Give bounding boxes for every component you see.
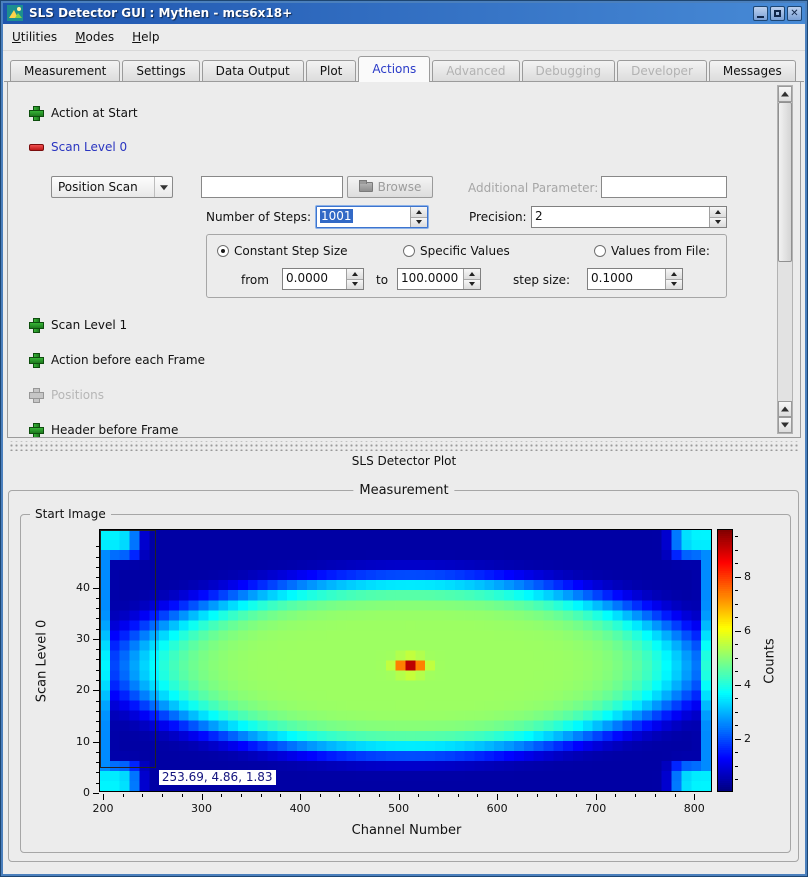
menu-item-utilities[interactable]: Utilities <box>3 24 66 50</box>
additional-parameter-field[interactable] <box>601 176 727 198</box>
number-of-steps-value[interactable]: 1001 <box>320 209 353 223</box>
radio-values-from-file[interactable] <box>594 245 606 257</box>
precision-value[interactable]: 2 <box>535 209 543 223</box>
x-axis-title: Channel Number <box>100 823 713 838</box>
tab-debugging: Debugging <box>522 60 616 81</box>
title-bar[interactable]: SLS Detector GUI : Mythen - mcs6x18+ ✕ <box>3 3 805 24</box>
spin-down-button[interactable] <box>347 280 363 290</box>
scan-level-1-label[interactable]: Scan Level 1 <box>51 318 127 332</box>
spin-up-button[interactable] <box>411 207 427 218</box>
number-of-steps-spinbox[interactable]: 1001 <box>316 206 428 228</box>
spin-down-button[interactable] <box>710 218 726 228</box>
app-icon <box>7 5 23 21</box>
cursor-readout: 253.69, 4.86, 1.83 <box>159 770 276 785</box>
scan-script-field[interactable] <box>201 176 343 198</box>
maximize-icon <box>774 10 781 17</box>
actions-tab-panel: Action at Start Scan Level 0 Position Sc… <box>7 82 801 438</box>
spin-down-button[interactable] <box>464 280 480 290</box>
action-before-frame-label[interactable]: Action before each Frame <box>51 353 205 367</box>
to-spinbox[interactable]: 100.0000 <box>397 268 481 290</box>
radio-specific-label[interactable]: Specific Values <box>420 244 510 258</box>
tab-data-output[interactable]: Data Output <box>202 60 304 81</box>
tab-messages[interactable]: Messages <box>709 60 796 81</box>
action-at-start-label[interactable]: Action at Start <box>51 106 138 120</box>
browse-button: Browse <box>347 176 433 198</box>
spin-up-button[interactable] <box>464 269 480 280</box>
step-size-value[interactable]: 0.1000 <box>591 271 633 285</box>
actions-scrollbar[interactable] <box>777 85 793 434</box>
y-axis-title: Scan Level 0 <box>35 620 50 702</box>
scroll-thumb[interactable] <box>778 102 792 262</box>
positions-label: Positions <box>51 388 104 402</box>
window-title: SLS Detector GUI : Mythen - mcs6x18+ <box>29 3 292 24</box>
step-size-label: step size: <box>513 273 570 287</box>
precision-label: Precision: <box>469 210 527 224</box>
scan-level-0-label[interactable]: Scan Level 0 <box>51 140 127 154</box>
expand-plus-icon[interactable] <box>29 423 42 436</box>
browse-label: Browse <box>378 180 422 194</box>
folder-icon <box>359 182 373 192</box>
close-button[interactable]: ✕ <box>787 6 802 21</box>
tab-developer: Developer <box>617 60 707 81</box>
close-icon: ✕ <box>788 7 801 20</box>
start-image-group-title: Start Image <box>30 507 111 521</box>
zoom-selection-rect <box>100 530 156 768</box>
spin-up-button[interactable] <box>710 207 726 218</box>
expand-plus-icon-disabled <box>29 388 42 401</box>
tab-plot[interactable]: Plot <box>306 60 357 81</box>
to-label: to <box>376 273 388 287</box>
heatmap-plot[interactable] <box>99 529 712 792</box>
scroll-up-button[interactable] <box>778 86 792 102</box>
menu-item-modes[interactable]: Modes <box>66 24 123 50</box>
collapse-minus-icon[interactable] <box>29 140 42 153</box>
radio-constant-label[interactable]: Constant Step Size <box>234 244 348 258</box>
spin-up-button[interactable] <box>347 269 363 280</box>
spin-up-button[interactable] <box>666 269 682 280</box>
scan-mode-value: Position Scan <box>52 180 154 194</box>
maximize-button[interactable] <box>770 6 785 21</box>
measurement-group-title: Measurement <box>353 483 454 498</box>
expand-plus-icon[interactable] <box>29 106 42 119</box>
expand-plus-icon[interactable] <box>29 353 42 366</box>
expand-plus-icon[interactable] <box>29 318 42 331</box>
colorbar <box>717 529 733 792</box>
minimize-icon <box>757 16 764 18</box>
number-of-steps-label: Number of Steps: <box>201 210 311 224</box>
tab-bar: MeasurementSettingsData OutputPlotAction… <box>4 56 804 82</box>
radio-file-label[interactable]: Values from File: <box>611 244 710 258</box>
scan-mode-select[interactable]: Position Scan <box>51 176 173 198</box>
from-label: from <box>241 273 269 287</box>
from-spinbox[interactable]: 0.0000 <box>282 268 364 290</box>
plot-dock-title: SLS Detector Plot <box>0 454 808 468</box>
radio-constant-step-size[interactable] <box>217 245 229 257</box>
menu-bar: UtilitiesModesHelp <box>3 24 805 51</box>
spin-down-button[interactable] <box>411 218 427 228</box>
tab-measurement[interactable]: Measurement <box>10 60 120 81</box>
menu-item-help[interactable]: Help <box>123 24 168 50</box>
chevron-down-icon <box>154 177 172 197</box>
tab-advanced: Advanced <box>432 60 519 81</box>
colorbar-title: Counts <box>763 638 778 683</box>
radio-specific-values[interactable] <box>403 245 415 257</box>
header-before-frame-label[interactable]: Header before Frame <box>51 423 178 437</box>
tab-settings[interactable]: Settings <box>122 60 199 81</box>
from-value[interactable]: 0.0000 <box>286 271 328 285</box>
tab-actions[interactable]: Actions <box>358 56 430 82</box>
scroll-up-button-bottom[interactable] <box>778 401 792 417</box>
precision-spinbox[interactable]: 2 <box>531 206 727 228</box>
splitter-handle[interactable] <box>8 441 800 451</box>
spin-down-button[interactable] <box>666 280 682 290</box>
scroll-down-button[interactable] <box>778 417 792 433</box>
step-size-spinbox[interactable]: 0.1000 <box>587 268 683 290</box>
to-value[interactable]: 100.0000 <box>401 271 458 285</box>
minimize-button[interactable] <box>753 6 768 21</box>
main-window: SLS Detector GUI : Mythen - mcs6x18+ ✕ U… <box>0 0 808 877</box>
additional-parameter-label: Additional Parameter: <box>468 181 598 195</box>
